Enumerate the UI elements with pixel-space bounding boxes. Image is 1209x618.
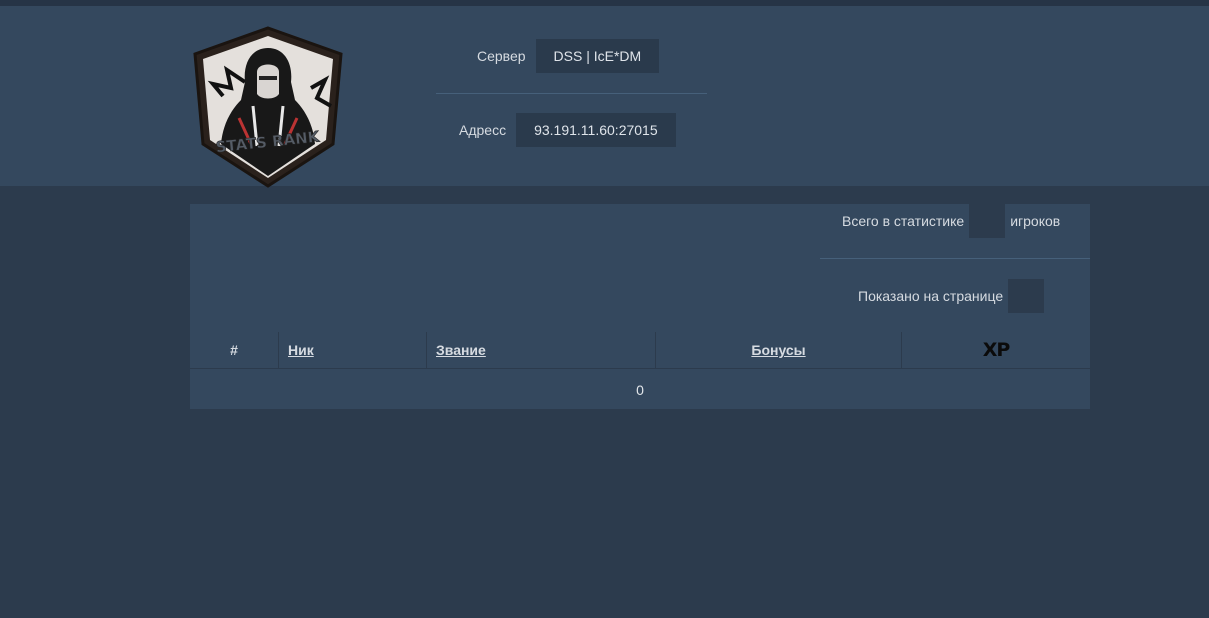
address-label: Адресс <box>459 122 507 138</box>
column-rank: Звание <box>426 332 655 368</box>
shown-row: Показано на странице <box>858 279 1045 313</box>
header: STATS RANK Сервер DSS | IcE*DM Адресс 93… <box>0 6 1209 188</box>
sort-nick-link[interactable]: Ник <box>288 342 314 358</box>
column-bonus: Бонусы <box>655 332 901 368</box>
stats-divider <box>820 258 1090 259</box>
stats-panel: Всего в статистике игроков Показано на с… <box>190 204 1090 409</box>
sort-bonus-link[interactable]: Бонусы <box>751 342 805 358</box>
server-row: Сервер DSS | IcE*DM <box>477 39 660 73</box>
total-suffix: игроков <box>1010 213 1061 229</box>
column-nick: Ник <box>278 332 426 368</box>
stats-rank-logo: STATS RANK <box>193 26 343 188</box>
address-value: 93.191.11.60:27015 <box>516 113 676 147</box>
table-header: # Ник Звание Бонусы XP <box>190 332 1090 369</box>
header-divider <box>436 93 707 94</box>
sort-rank-link[interactable]: Звание <box>436 342 486 358</box>
table-row: 0 <box>636 382 644 398</box>
column-number: # <box>230 342 238 358</box>
total-prefix: Всего в статистике <box>842 213 965 229</box>
shown-label: Показано на странице <box>858 288 1004 304</box>
total-players-row: Всего в статистике игроков <box>842 204 1060 238</box>
address-row: Адресс 93.191.11.60:27015 <box>459 113 676 147</box>
column-xp[interactable]: XP <box>901 332 1090 368</box>
total-players-value <box>969 204 1006 238</box>
server-value: DSS | IcE*DM <box>535 39 660 73</box>
server-label: Сервер <box>477 48 526 64</box>
shown-value <box>1008 279 1045 313</box>
